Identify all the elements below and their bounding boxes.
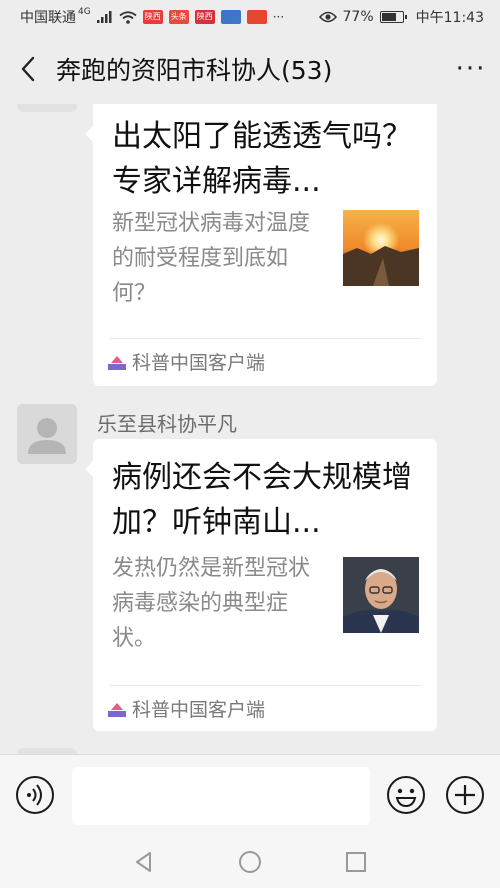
battery-percent: 77%: [342, 9, 374, 25]
article-source: 科普中国客户端: [108, 695, 265, 722]
signal-icon: [96, 11, 112, 23]
card-divider: [109, 685, 421, 686]
sender-name: 乐至县科协平凡: [97, 412, 237, 436]
chat-title: 奔跑的资阳市科协人(53): [56, 56, 333, 85]
clock: 中午11:43: [415, 10, 484, 26]
status-bar: 中国联通 4G 陕西 头条 陕西 ··· 77% 中午11:43: [0, 0, 500, 34]
app-badge-3: 陕西: [194, 10, 215, 24]
article-description: 发热仍然是新型冠状病毒感染的典型症状。: [112, 556, 311, 651]
back-button[interactable]: [0, 34, 56, 104]
battery-fill: [381, 13, 397, 21]
battery-icon: [379, 11, 407, 23]
app-badge-4: [220, 10, 241, 24]
more-functions-button[interactable]: [445, 775, 485, 815]
source-label: 科普中国客户端: [132, 699, 266, 721]
app-badge-5: [246, 10, 267, 24]
message-list[interactable]: 出太阳了能透透气吗？专家详解病毒... 新型冠状病毒对温度的耐受程度到底如何？: [0, 104, 500, 754]
article-source: 科普中国客户端: [108, 348, 265, 375]
home-circle-icon[interactable]: [236, 848, 264, 876]
more-options-button[interactable]: ···: [442, 34, 500, 104]
kepu-logo-icon: [108, 702, 126, 717]
chat-header: 奔跑的资阳市科协人(53) ···: [0, 34, 500, 104]
back-triangle-icon[interactable]: [130, 848, 158, 876]
input-bar: [0, 754, 500, 836]
kepu-logo-icon: [108, 355, 126, 370]
article-title: 出太阳了能透透气吗？专家详解病毒...: [112, 119, 412, 199]
network-label: 4G: [78, 7, 91, 17]
article-thumbnail: [343, 210, 419, 286]
smiley-icon: [387, 776, 425, 814]
plus-icon: [446, 776, 484, 814]
carrier-label: 中国联通: [20, 10, 76, 26]
article-card[interactable]: 出太阳了能透透气吗？专家详解病毒... 新型冠状病毒对温度的耐受程度到底如何？: [85, 104, 437, 386]
card-divider: [109, 338, 421, 339]
source-label: 科普中国客户端: [132, 352, 266, 374]
eye-icon: [318, 11, 337, 23]
system-navigation-bar: [0, 836, 500, 888]
app-badge-2: 头条: [168, 10, 189, 24]
message-input[interactable]: [72, 767, 370, 825]
status-right: 77% 中午11:43: [318, 7, 484, 27]
chevron-left-icon: [21, 56, 35, 82]
avatar[interactable]: [17, 404, 77, 464]
article-card[interactable]: 病例还会不会大规模增加？听钟南山... 发热仍然是新型冠状病毒感染的典型症状。 …: [85, 439, 437, 731]
app-badge-1: 陕西: [142, 10, 163, 24]
article-thumbnail: [343, 557, 419, 633]
status-more: ···: [272, 10, 285, 24]
wifi-icon: [119, 10, 137, 24]
status-left: 中国联通 4G 陕西 头条 陕西 ···: [20, 7, 284, 27]
recents-square-icon[interactable]: [342, 848, 370, 876]
emoji-button[interactable]: [386, 775, 426, 815]
article-title: 病例还会不会大规模增加？听钟南山...: [112, 460, 412, 540]
voice-input-button[interactable]: [15, 775, 55, 815]
default-avatar-icon: [17, 404, 77, 464]
avatar[interactable]: [17, 104, 77, 112]
voice-icon: [16, 776, 54, 814]
article-description: 新型冠状病毒对温度的耐受程度到底如何？: [112, 211, 311, 306]
